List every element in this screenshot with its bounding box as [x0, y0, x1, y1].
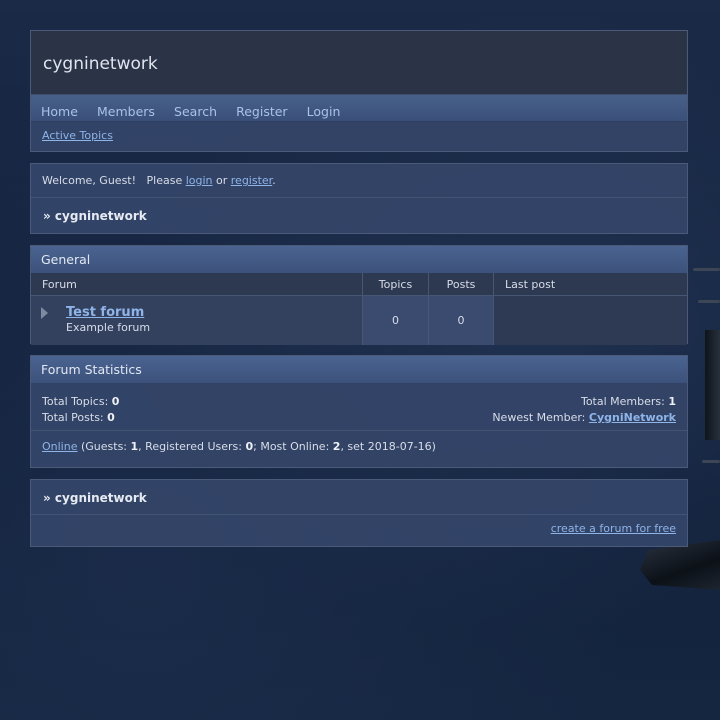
site-title[interactable]: cygninetwork: [31, 31, 687, 95]
total-posts-value: 0: [107, 411, 115, 424]
welcome-greeting: Welcome, Guest! Please: [42, 174, 186, 187]
most-online-date: , set 2018-07-16): [340, 440, 436, 453]
most-online-label: ; Most Online:: [253, 440, 333, 453]
nav-login[interactable]: Login: [307, 104, 341, 119]
forum-topics-count: 0: [362, 295, 429, 345]
forum-link[interactable]: Test forum: [66, 305, 362, 320]
footer-breadcrumb[interactable]: » cygninetwork: [31, 480, 687, 515]
register-link[interactable]: register: [231, 174, 272, 187]
newest-member-link[interactable]: CygniNetwork: [589, 411, 676, 424]
welcome-period: .: [272, 174, 276, 187]
statistics-right: Total Members: 1 Newest Member: CygniNet…: [492, 394, 676, 426]
forum-status-icon: [41, 307, 48, 319]
background-streak: [702, 460, 720, 463]
breadcrumb[interactable]: » cygninetwork: [31, 198, 687, 223]
background-ship-decoration: [640, 540, 720, 590]
newest-member: Newest Member: CygniNetwork: [492, 410, 676, 426]
total-topics-label: Total Topics:: [42, 395, 112, 408]
forum-category: General Forum Topics Posts Last post Tes…: [30, 245, 688, 345]
nav-register[interactable]: Register: [236, 104, 287, 119]
statistics-title: Forum Statistics: [31, 356, 687, 383]
page-footer: » cygninetwork create a forum for free: [30, 479, 688, 547]
column-forum: Forum: [31, 273, 363, 296]
online-registered-label: , Registered Users:: [138, 440, 246, 453]
welcome-or: or: [212, 174, 231, 187]
forum-posts-count: 0: [428, 295, 494, 345]
total-members: Total Members: 1: [492, 394, 676, 410]
nav-members[interactable]: Members: [97, 104, 155, 119]
category-title[interactable]: General: [31, 246, 687, 273]
background-streak: [698, 300, 720, 303]
online-guests-label: (Guests:: [77, 440, 131, 453]
welcome-message: Welcome, Guest! Please login or register…: [31, 164, 687, 198]
forum-last-post: [493, 295, 687, 345]
forum-cell: Test forum Example forum: [31, 295, 363, 345]
table-header-row: Forum Topics Posts Last post: [31, 273, 687, 296]
online-users: Online (Guests: 1, Registered Users: 0; …: [31, 431, 687, 453]
table-row: Test forum Example forum 0 0: [31, 295, 687, 345]
total-posts: Total Posts: 0: [42, 410, 119, 426]
total-topics-value: 0: [111, 395, 120, 408]
total-topics: Total Topics: 0: [42, 394, 119, 410]
site-header: cygninetwork Home Members Search Registe…: [30, 30, 688, 152]
forum-statistics: Forum Statistics Total Topics: 0 Total P…: [30, 355, 688, 468]
main-navigation: Home Members Search Register Login: [31, 95, 687, 122]
column-posts: Posts: [428, 273, 494, 296]
sub-navigation: Active Topics: [31, 122, 687, 151]
nav-search[interactable]: Search: [174, 104, 217, 119]
statistics-body: Total Topics: 0 Total Posts: 0 Total Mem…: [31, 383, 687, 431]
online-link[interactable]: Online: [42, 440, 77, 453]
login-link[interactable]: login: [186, 174, 213, 187]
total-members-value: 1: [668, 395, 676, 408]
total-posts-label: Total Posts:: [42, 411, 108, 424]
background-ship-decoration: [705, 330, 720, 440]
column-topics: Topics: [362, 273, 429, 296]
nav-home[interactable]: Home: [41, 104, 78, 119]
active-topics-link[interactable]: Active Topics: [42, 129, 113, 142]
footer-credit: create a forum for free: [31, 515, 687, 535]
statistics-left: Total Topics: 0 Total Posts: 0: [42, 394, 119, 426]
forum-table: Forum Topics Posts Last post Test forum …: [31, 273, 687, 345]
online-registered: 0: [245, 440, 254, 453]
create-forum-link[interactable]: create a forum for free: [551, 522, 676, 535]
forum-description: Example forum: [66, 321, 151, 334]
welcome-box: Welcome, Guest! Please login or register…: [30, 163, 688, 234]
column-last-post: Last post: [493, 273, 687, 296]
total-members-label: Total Members:: [580, 395, 669, 408]
background-streak: [693, 268, 720, 271]
newest-member-label: Newest Member:: [492, 411, 589, 424]
